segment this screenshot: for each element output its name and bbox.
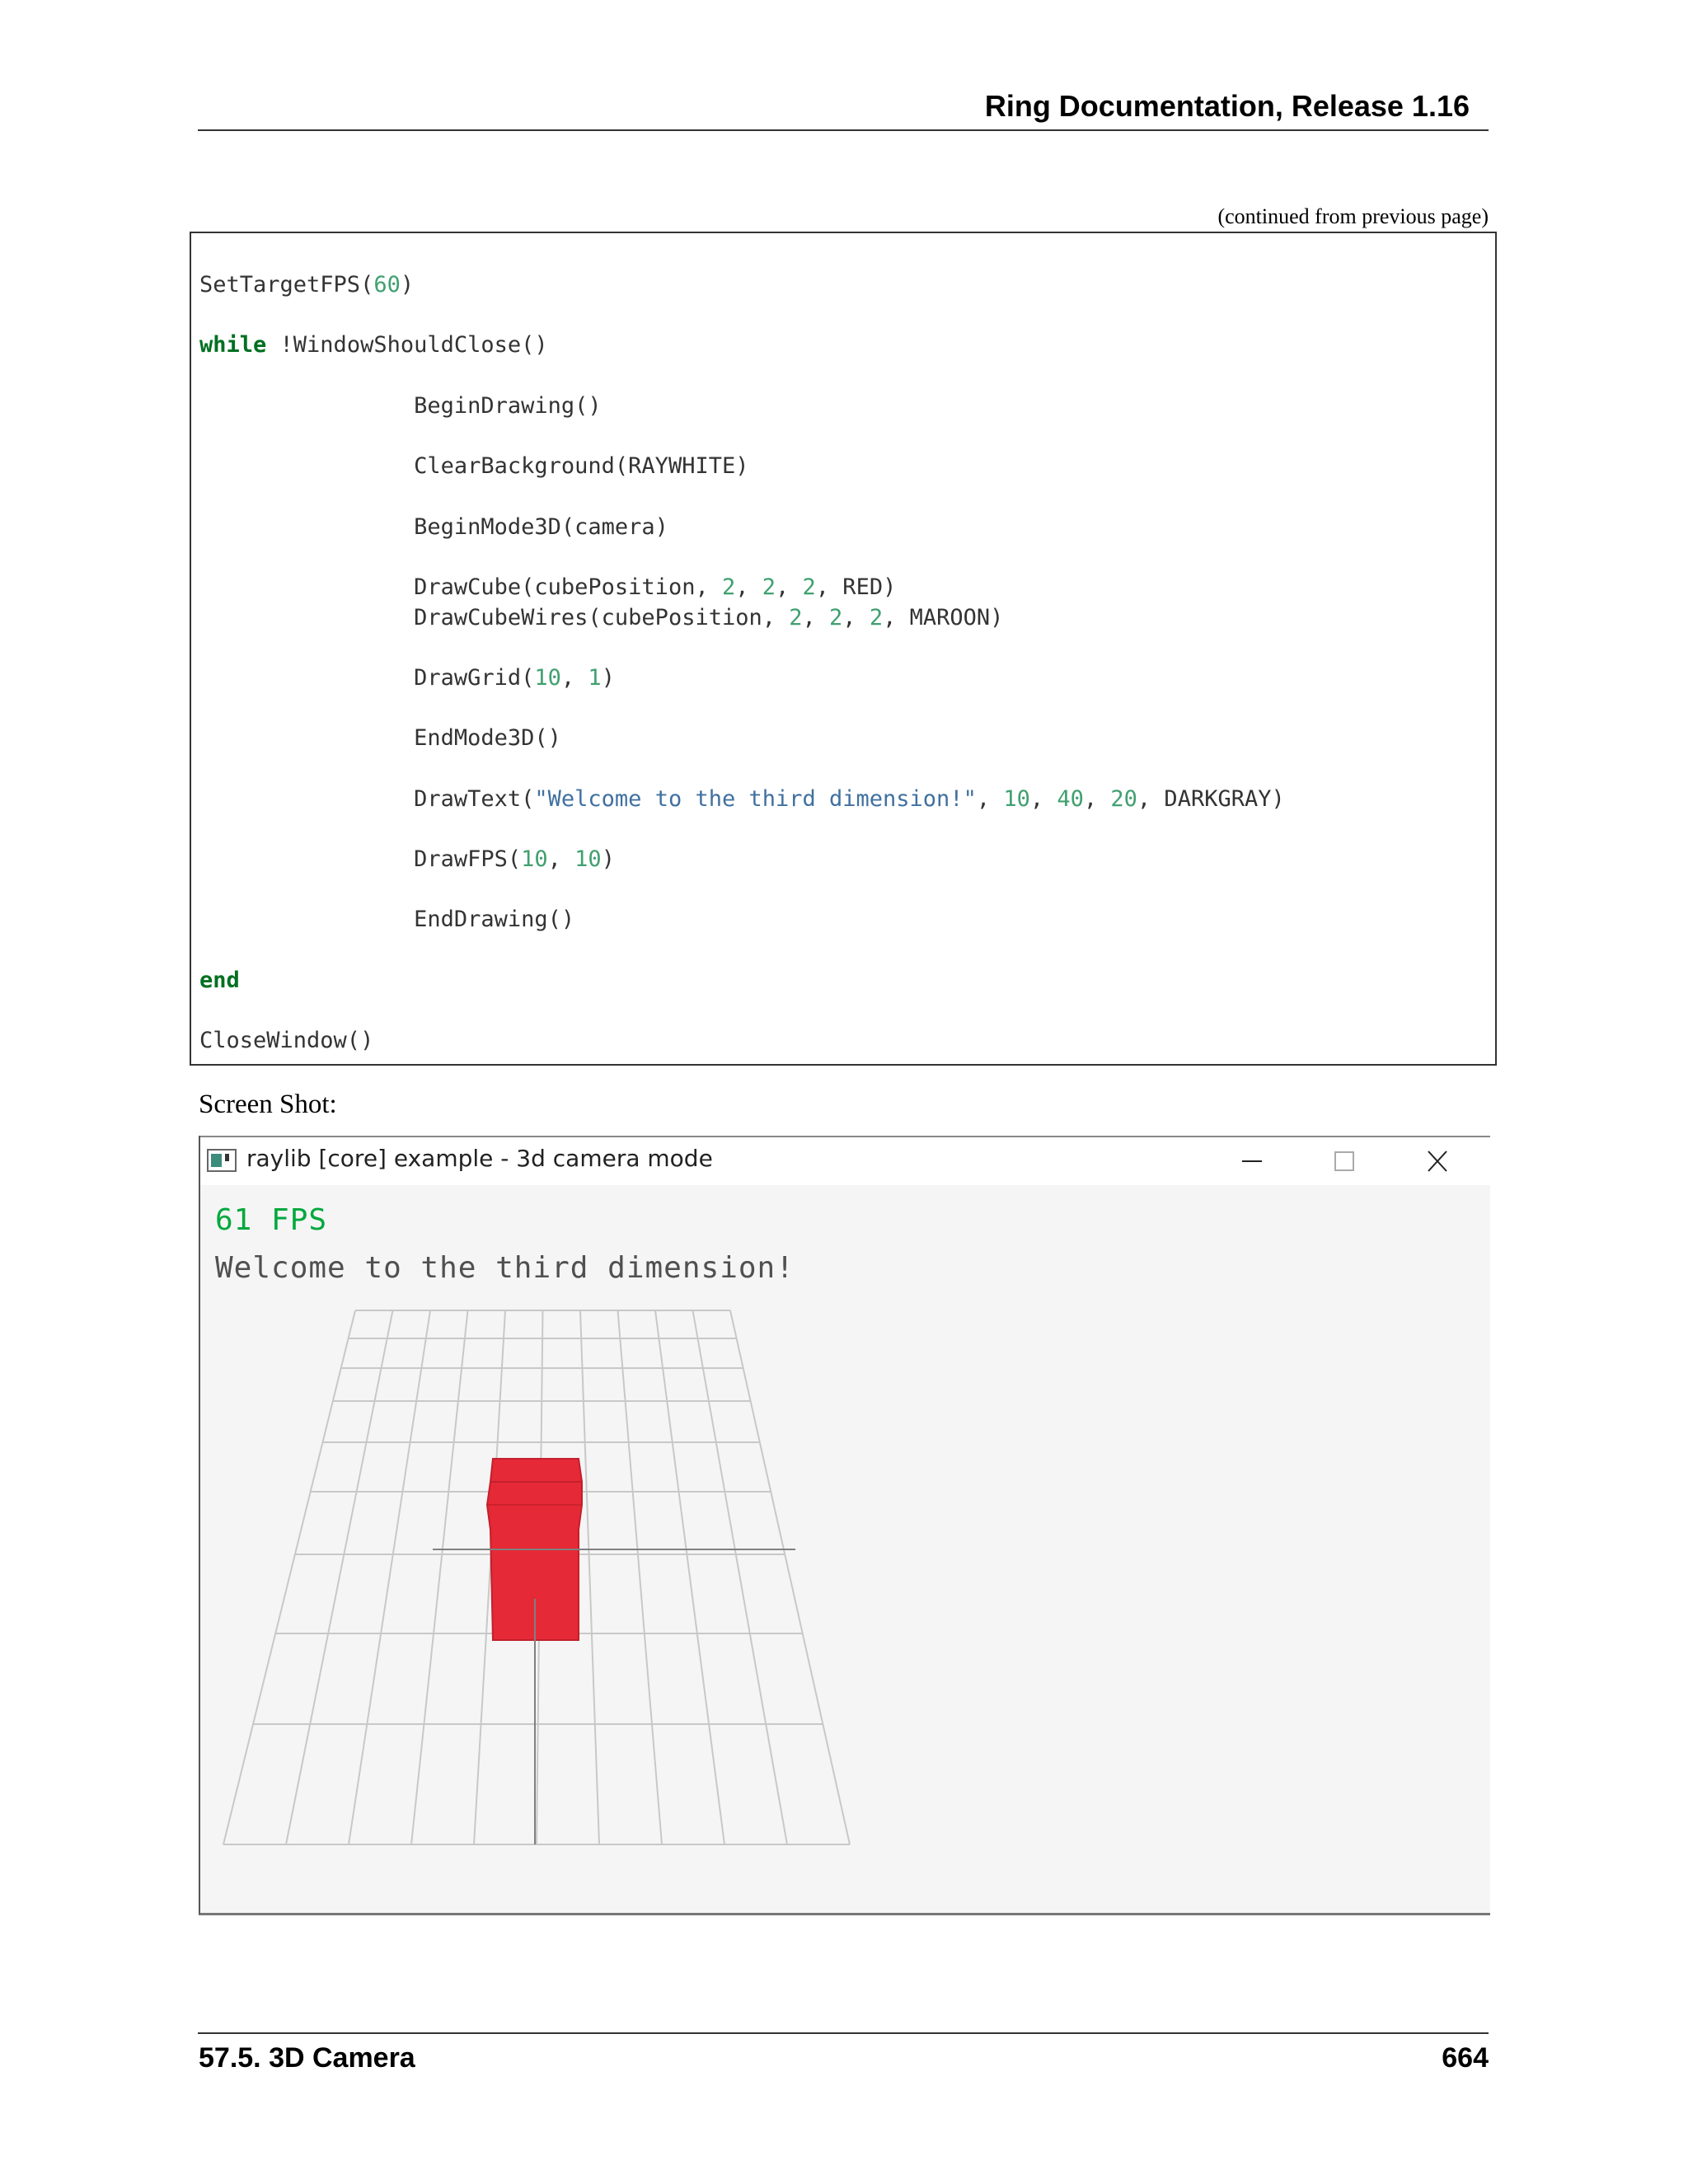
code-line: DrawGrid(10, 1)	[199, 663, 1285, 694]
fps-counter: 61 FPS	[215, 1203, 328, 1237]
app-window: raylib [core] example - 3d camera mode 6…	[199, 1136, 1490, 1915]
footer-section: 57.5. 3D Camera	[199, 2042, 415, 2074]
footer-rule	[198, 2032, 1489, 2034]
close-icon[interactable]	[1421, 1147, 1454, 1175]
code-token: 2	[721, 574, 736, 600]
grid-line	[579, 1310, 600, 1845]
code-token: 10	[574, 846, 602, 873]
code-token: 60	[373, 272, 401, 298]
code-token: ,	[802, 604, 830, 630]
code-token: ,	[976, 785, 1004, 812]
code-token: CloseWindow()	[199, 1028, 374, 1054]
grid-line	[410, 1310, 469, 1845]
code-token: ClearBackground(RAYWHITE)	[199, 453, 749, 480]
code-line: DrawText("Welcome to the third dimension…	[199, 785, 1285, 815]
code-token: ,	[776, 574, 803, 600]
code-token: DrawGrid(	[199, 664, 535, 691]
code-block: SetTargetFPS(60) while !WindowShouldClose…	[190, 232, 1497, 1066]
footer-page-number: 664	[1442, 2042, 1489, 2074]
code-token: )	[400, 272, 415, 298]
code-token: BeginDrawing()	[199, 392, 602, 419]
minimize-icon[interactable]	[1236, 1147, 1268, 1175]
code-token: "Welcome to the third dimension!"	[534, 785, 977, 812]
code-token: 20	[1110, 785, 1137, 812]
grid-line	[285, 1310, 394, 1845]
grid-line	[654, 1310, 725, 1845]
code-line: BeginMode3D(camera)	[199, 513, 1285, 543]
code-token: )	[601, 664, 615, 691]
code-token: !WindowShouldClose()	[266, 332, 548, 359]
code-token: SetTargetFPS(	[199, 272, 374, 298]
code-listing: SetTargetFPS(60) while !WindowShouldClose…	[199, 270, 1285, 1057]
code-token: 10	[1003, 785, 1030, 812]
code-token: ,	[1083, 785, 1111, 812]
code-token: ,	[842, 604, 870, 630]
code-token: DrawCubeWires(cubePosition,	[199, 604, 790, 630]
code-line: SetTargetFPS(60)	[199, 270, 1285, 301]
code-token: 2	[829, 604, 843, 630]
code-line: EndMode3D()	[199, 724, 1285, 754]
page-header-title: Ring Documentation, Release 1.16	[984, 89, 1470, 123]
code-line: ClearBackground(RAYWHITE)	[199, 452, 1285, 482]
code-token: DrawFPS(	[199, 846, 522, 873]
code-token: while	[199, 332, 267, 359]
code-token: EndMode3D()	[199, 725, 561, 752]
code-token: 2	[762, 574, 776, 600]
continued-note: (continued from previous page)	[1217, 204, 1489, 228]
code-token: DrawText(	[199, 785, 535, 812]
grid-line	[348, 1310, 431, 1845]
code-token: , MAROON)	[883, 604, 1004, 630]
grid-line	[729, 1310, 851, 1845]
code-token: 2	[869, 604, 884, 630]
code-token: 1	[588, 664, 602, 691]
code-token: 2	[802, 574, 816, 600]
welcome-text: Welcome to the third dimension!	[215, 1251, 795, 1285]
code-token: 40	[1057, 785, 1084, 812]
code-token: 2	[789, 604, 803, 630]
code-token: ,	[560, 664, 588, 691]
code-line: CloseWindow()	[199, 1026, 1285, 1057]
grid-line	[223, 1310, 356, 1845]
code-line: DrawCube(cubePosition, 2, 2, 2, RED)	[199, 573, 1285, 603]
maximize-icon[interactable]	[1328, 1147, 1361, 1175]
code-token: EndDrawing()	[199, 907, 575, 933]
code-line: EndDrawing()	[199, 905, 1285, 935]
code-token: ,	[1029, 785, 1057, 812]
screenshot-label: Screen Shot:	[199, 1090, 337, 1119]
code-token: ,	[547, 846, 575, 873]
code-line: while !WindowShouldClose()	[199, 330, 1285, 361]
code-token: DrawCube(cubePosition,	[199, 574, 722, 600]
code-line: end	[199, 966, 1285, 996]
code-line: BeginDrawing()	[199, 391, 1285, 422]
grid-line	[692, 1310, 788, 1845]
window-titlebar[interactable]: raylib [core] example - 3d camera mode	[200, 1137, 1490, 1185]
code-token: 10	[521, 846, 548, 873]
code-token: end	[199, 967, 240, 993]
code-token: )	[601, 846, 615, 873]
code-token: ,	[735, 574, 762, 600]
code-token: BeginMode3D(camera)	[199, 513, 668, 540]
code-token: , RED)	[815, 574, 897, 600]
taskbar-accent	[237, 1913, 294, 1915]
header-rule	[198, 129, 1489, 131]
app-window-icon	[207, 1149, 237, 1172]
code-line: DrawCubeWires(cubePosition, 2, 2, 2, MAR…	[199, 603, 1285, 634]
grid-line	[617, 1310, 663, 1845]
code-line: DrawFPS(10, 10)	[199, 845, 1285, 875]
code-token: 10	[534, 664, 561, 691]
code-token: , DARKGRAY)	[1137, 785, 1285, 812]
window-title: raylib [core] example - 3d camera mode	[246, 1145, 713, 1172]
